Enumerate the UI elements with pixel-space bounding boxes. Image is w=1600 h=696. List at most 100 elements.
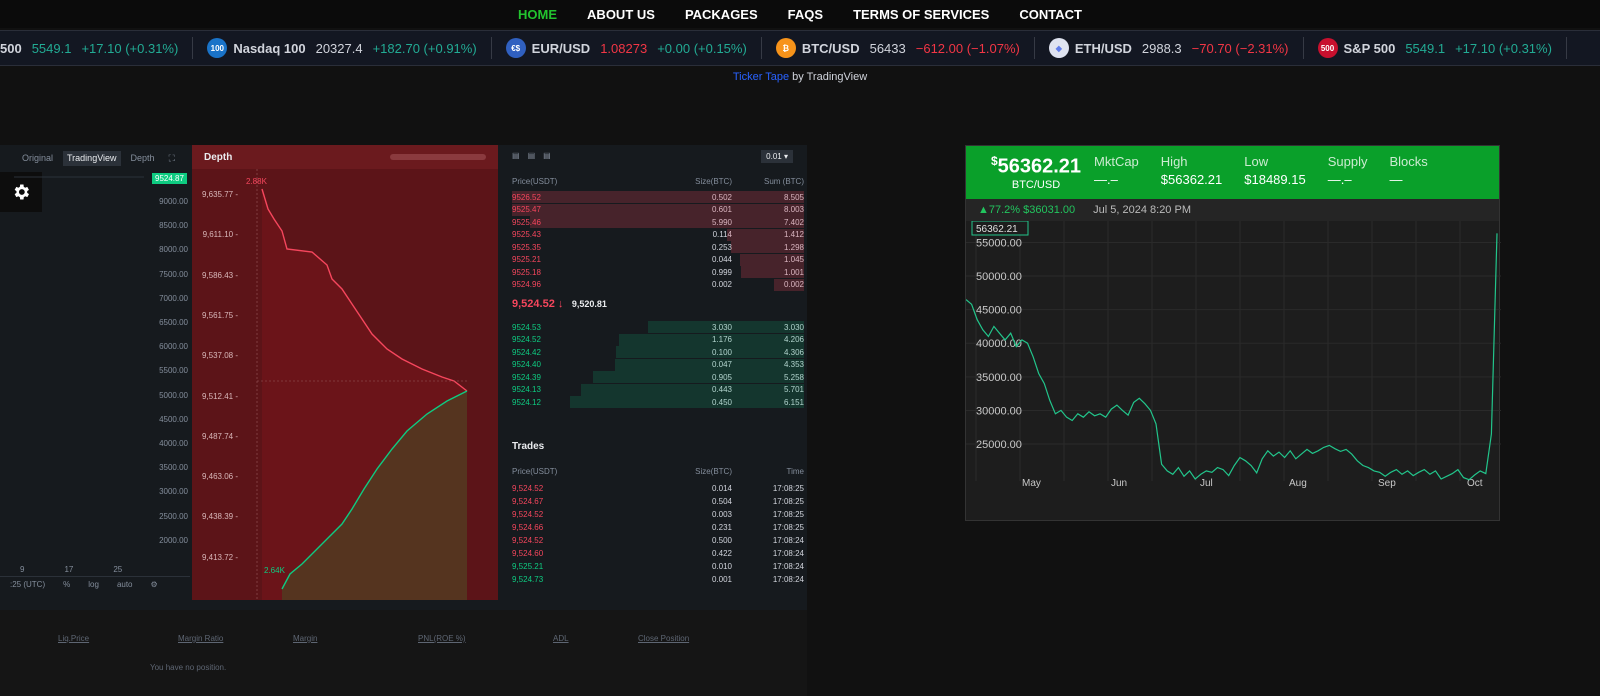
- ask-size: 0.253: [711, 242, 732, 252]
- ticker-item[interactable]: ◆ ETH/USD 2988.3 −70.70 (−2.31%): [1035, 37, 1304, 59]
- ticker-item[interactable]: 500 S&P 500 5549.1 +17.10 (+0.31%): [1304, 37, 1567, 59]
- trades-header-cell: Size(BTC): [695, 466, 732, 476]
- ask-row[interactable]: 9525.43 0.114 1.412: [512, 228, 804, 241]
- ticker-price: 20327.4: [315, 40, 363, 56]
- ask-row[interactable]: 9525.46 5.990 7.402: [512, 216, 804, 228]
- book-bids-icon[interactable]: ▤: [528, 151, 536, 160]
- trade-time: 17:08:24: [772, 574, 804, 584]
- ticker-credit: Ticker Tape by TradingView: [732, 71, 868, 83]
- ticker-item[interactable]: 500 5549.1 +17.10 (+0.31%): [0, 37, 194, 59]
- trade-row: 9,524.52 0.003 17:08:25: [512, 508, 804, 520]
- position-col-header[interactable]: PNL(ROE %): [418, 634, 553, 643]
- y-tick: 6000.00: [159, 342, 188, 352]
- ticker-tape-link[interactable]: Ticker Tape: [733, 71, 789, 83]
- auto-toggle[interactable]: auto: [117, 580, 133, 589]
- bid-row[interactable]: 9524.40 0.047 4.353: [512, 358, 804, 371]
- ask-row[interactable]: 9526.52 0.502 8.505: [512, 191, 804, 203]
- order-book: ▤ ▤ ▤ 0.01 ▾ Price(USDT) Size(BTC) Sum (BT…: [500, 145, 807, 600]
- ticker-change: +17.10 (+0.31%): [81, 40, 179, 56]
- position-col-header[interactable]: Liq.Price: [58, 634, 178, 643]
- trade-size: 0.010: [711, 561, 732, 571]
- widget-stat-value: —.–: [1094, 172, 1118, 187]
- ticker-price: 56433: [869, 40, 906, 56]
- trades-header-cell: Time: [786, 466, 804, 476]
- trading-panel: Original TradingView Depth ⛶ 9524.87 900…: [0, 145, 807, 696]
- bid-row[interactable]: 9524.39 0.905 5.258: [512, 371, 804, 383]
- nav-faqs[interactable]: FAQS: [788, 7, 823, 22]
- trade-row: 9,524.52 0.500 17:08:24: [512, 534, 804, 546]
- position-col-header[interactable]: ADL: [553, 634, 638, 643]
- ticker-symbol-icon: 500: [1317, 38, 1338, 58]
- widget-stat-label: Blocks: [1389, 154, 1428, 169]
- widget-stat: Low $18489.15: [1244, 154, 1305, 199]
- bid-row[interactable]: 9524.52 1.176 4.206: [512, 333, 804, 346]
- book-both-icon[interactable]: ▤: [512, 151, 520, 160]
- ask-row[interactable]: 9525.47 0.601 8.003: [512, 203, 804, 216]
- book-step-select[interactable]: 0.01 ▾: [761, 150, 793, 163]
- ticker-price: 1.08273: [600, 40, 648, 56]
- position-col-header[interactable]: Margin Ratio: [178, 634, 293, 643]
- book-header-cell: Size(BTC): [695, 176, 732, 186]
- ticker-price: 5549.1: [31, 40, 72, 56]
- bid-depth-bar: [570, 396, 804, 408]
- x-tick-label: Jul: [1200, 478, 1213, 489]
- ticker-change: +182.70 (+0.91%): [372, 40, 477, 56]
- chart-settings-icon[interactable]: ⚙: [151, 580, 158, 589]
- nav-contact[interactable]: CONTACT: [1019, 7, 1082, 22]
- ask-row[interactable]: 9525.18 0.999 1.001: [512, 266, 804, 278]
- ticker-symbol-icon: ₿: [775, 38, 796, 58]
- nav-home[interactable]: HOME: [518, 7, 557, 22]
- bid-row[interactable]: 9524.13 0.443 5.701: [512, 383, 804, 396]
- bid-depth-bar: [616, 346, 804, 358]
- ask-depth-bar: [512, 203, 804, 216]
- tab-original[interactable]: Original: [18, 151, 57, 166]
- log-toggle[interactable]: log: [88, 580, 99, 589]
- ask-row[interactable]: 9525.21 0.044 1.045: [512, 253, 804, 266]
- x-tick: 9: [20, 565, 25, 574]
- ask-size: 0.044: [711, 255, 732, 264]
- trade-row: 9,525.21 0.010 17:08:24: [512, 560, 804, 572]
- percent-toggle[interactable]: %: [63, 580, 70, 589]
- nav-packages[interactable]: PACKAGES: [685, 7, 758, 22]
- y-tick-label: 25000.00: [976, 439, 1022, 451]
- ticker-price: 5549.1: [1405, 40, 1446, 56]
- bid-row[interactable]: 9524.42 0.100 4.306: [512, 346, 804, 358]
- bid-price: 9524.40: [512, 360, 541, 369]
- ask-row[interactable]: 9524.96 0.002 0.002: [512, 278, 804, 291]
- ticker-item[interactable]: €$ EUR/USD 1.08273 +0.00 (+0.15%): [492, 37, 762, 59]
- ticker-item[interactable]: ₿ BTC/USD 56433 −612.00 (−1.07%): [762, 37, 1035, 59]
- chart-bottom-toolbar: :25 (UTC) % log auto ⚙: [0, 576, 190, 592]
- nav-terms-of-services[interactable]: TERMS OF SERVICES: [853, 7, 989, 22]
- ask-price: 9525.43: [512, 230, 541, 239]
- position-col-header[interactable]: Close Position: [638, 634, 738, 643]
- widget-change-pct: ▲77.2%: [978, 204, 1021, 216]
- trades-title: Trades: [512, 441, 545, 452]
- widget-stat-label: High: [1160, 154, 1188, 169]
- bid-row[interactable]: 9524.53 3.030 3.030: [512, 321, 804, 333]
- tab-tradingview[interactable]: TradingView: [63, 151, 121, 166]
- y-tick: 5500.00: [159, 366, 188, 376]
- timezone-label[interactable]: :25 (UTC): [10, 580, 45, 589]
- depth-zoom-slider[interactable]: [390, 154, 486, 160]
- book-header: Price(USDT) Size(BTC) Sum (BTC): [512, 175, 804, 187]
- widget-stat-value: —: [1389, 172, 1403, 187]
- trade-time: 17:08:24: [772, 548, 804, 558]
- depth-curves: [256, 169, 468, 600]
- ticker-price: 2988.3: [1141, 40, 1182, 56]
- trades-header-cell: Price(USDT): [512, 466, 558, 476]
- position-col-header[interactable]: Margin: [293, 634, 418, 643]
- bid-row[interactable]: 9524.12 0.450 6.151: [512, 396, 804, 408]
- y-tick: 7000.00: [159, 293, 188, 303]
- book-asks-icon[interactable]: ▤: [543, 151, 551, 160]
- ask-price: 9525.21: [512, 255, 541, 264]
- ticker-item[interactable]: 100 Nasdaq 100 20327.4 +182.70 (+0.91%): [193, 37, 492, 59]
- y-tick-label: 55000.00: [976, 237, 1022, 249]
- ask-row[interactable]: 9525.35 0.253 1.298: [512, 241, 804, 253]
- trade-size: 0.001: [711, 574, 732, 584]
- trade-row: 9,524.66 0.231 17:08:25: [512, 521, 804, 533]
- depth-chart: Depth 9,635.77 -9,611.10 -9,586.43 -9,56…: [192, 145, 498, 600]
- trade-price: 9,524.67: [512, 496, 544, 506]
- ticker-tape[interactable]: 500 5549.1 +17.10 (+0.31%) 100 Nasdaq 100 203…: [0, 30, 1600, 66]
- widget-stat: MktCap —.–: [1094, 154, 1139, 199]
- nav-about-us[interactable]: ABOUT US: [587, 7, 655, 22]
